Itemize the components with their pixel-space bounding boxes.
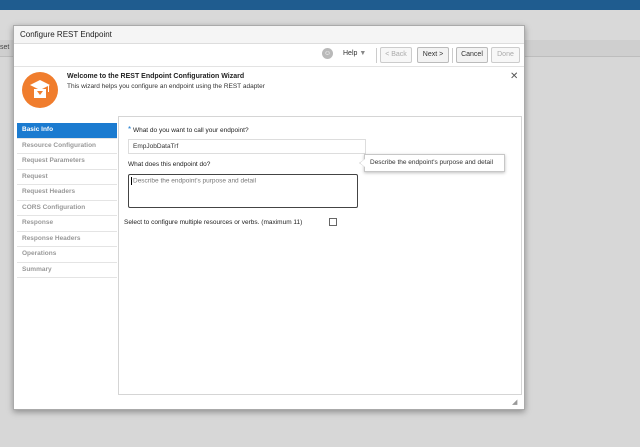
done-button[interactable]: Done [491,47,520,63]
welcome-title: Welcome to the REST Endpoint Configurati… [67,73,245,80]
description-placeholder: Describe the endpoint's purpose and deta… [133,177,257,185]
nav-item-request[interactable]: Request [17,169,117,185]
configure-rest-endpoint-dialog: Configure REST Endpoint ☺ Help ▼ < Back N… [13,25,525,410]
next-button[interactable]: Next > [417,47,449,63]
endpoint-name-label: * What do you want to call your endpoint… [128,125,249,134]
help-menu-button[interactable]: Help ▼ [343,50,366,57]
multiple-resources-checkbox[interactable] [329,218,337,226]
wizard-toolbar: ☺ Help ▼ < Back Next > Cancel Done [14,44,524,66]
nav-item-operations[interactable]: Operations [17,247,117,263]
user-help-icon[interactable]: ☺ [322,48,333,59]
endpoint-description-label: What does this endpoint do? [128,161,211,168]
endpoint-description-textarea[interactable]: Describe the endpoint's purpose and deta… [128,174,358,208]
endpoint-name-input[interactable]: EmpJobDataTrf [128,139,366,154]
nav-item-summary[interactable]: Summary [17,262,117,278]
nav-item-basic-info[interactable]: Basic Info [17,123,117,139]
background-text-fragment: set [0,44,10,51]
multiple-resources-label: Select to configure multiple resources o… [124,219,303,226]
dialog-title: Configure REST Endpoint [20,30,112,39]
app-top-bar [0,0,640,10]
close-icon[interactable]: ✕ [510,71,518,82]
nav-item-cors-configuration[interactable]: CORS Configuration [17,200,117,216]
nav-item-resource-configuration[interactable]: Resource Configuration [17,138,117,154]
required-marker: * [128,125,132,134]
back-button[interactable]: < Back [380,47,412,63]
nav-item-response-headers[interactable]: Response Headers [17,231,117,247]
text-cursor [131,177,132,185]
description-tooltip: Describe the endpoint's purpose and deta… [359,154,505,172]
basic-info-panel: * What do you want to call your endpoint… [118,116,522,395]
nav-item-request-parameters[interactable]: Request Parameters [17,154,117,170]
cancel-button[interactable]: Cancel [456,47,488,63]
toolbar-divider [376,48,377,63]
toolbar-divider [452,48,453,63]
resize-grip-icon[interactable]: ◢ [512,398,517,406]
welcome-subtitle: This wizard helps you configure an endpo… [67,83,265,90]
welcome-banner: Welcome to the REST Endpoint Configurati… [14,66,524,117]
dialog-title-bar[interactable]: Configure REST Endpoint [14,26,524,44]
nav-item-response[interactable]: Response [17,216,117,232]
wizard-steps-nav: Basic Info Resource Configuration Reques… [17,123,117,278]
nav-item-request-headers[interactable]: Request Headers [17,185,117,201]
help-label: Help [343,50,358,57]
chevron-down-icon: ▼ [359,50,367,57]
graduation-cap-icon [22,72,58,108]
